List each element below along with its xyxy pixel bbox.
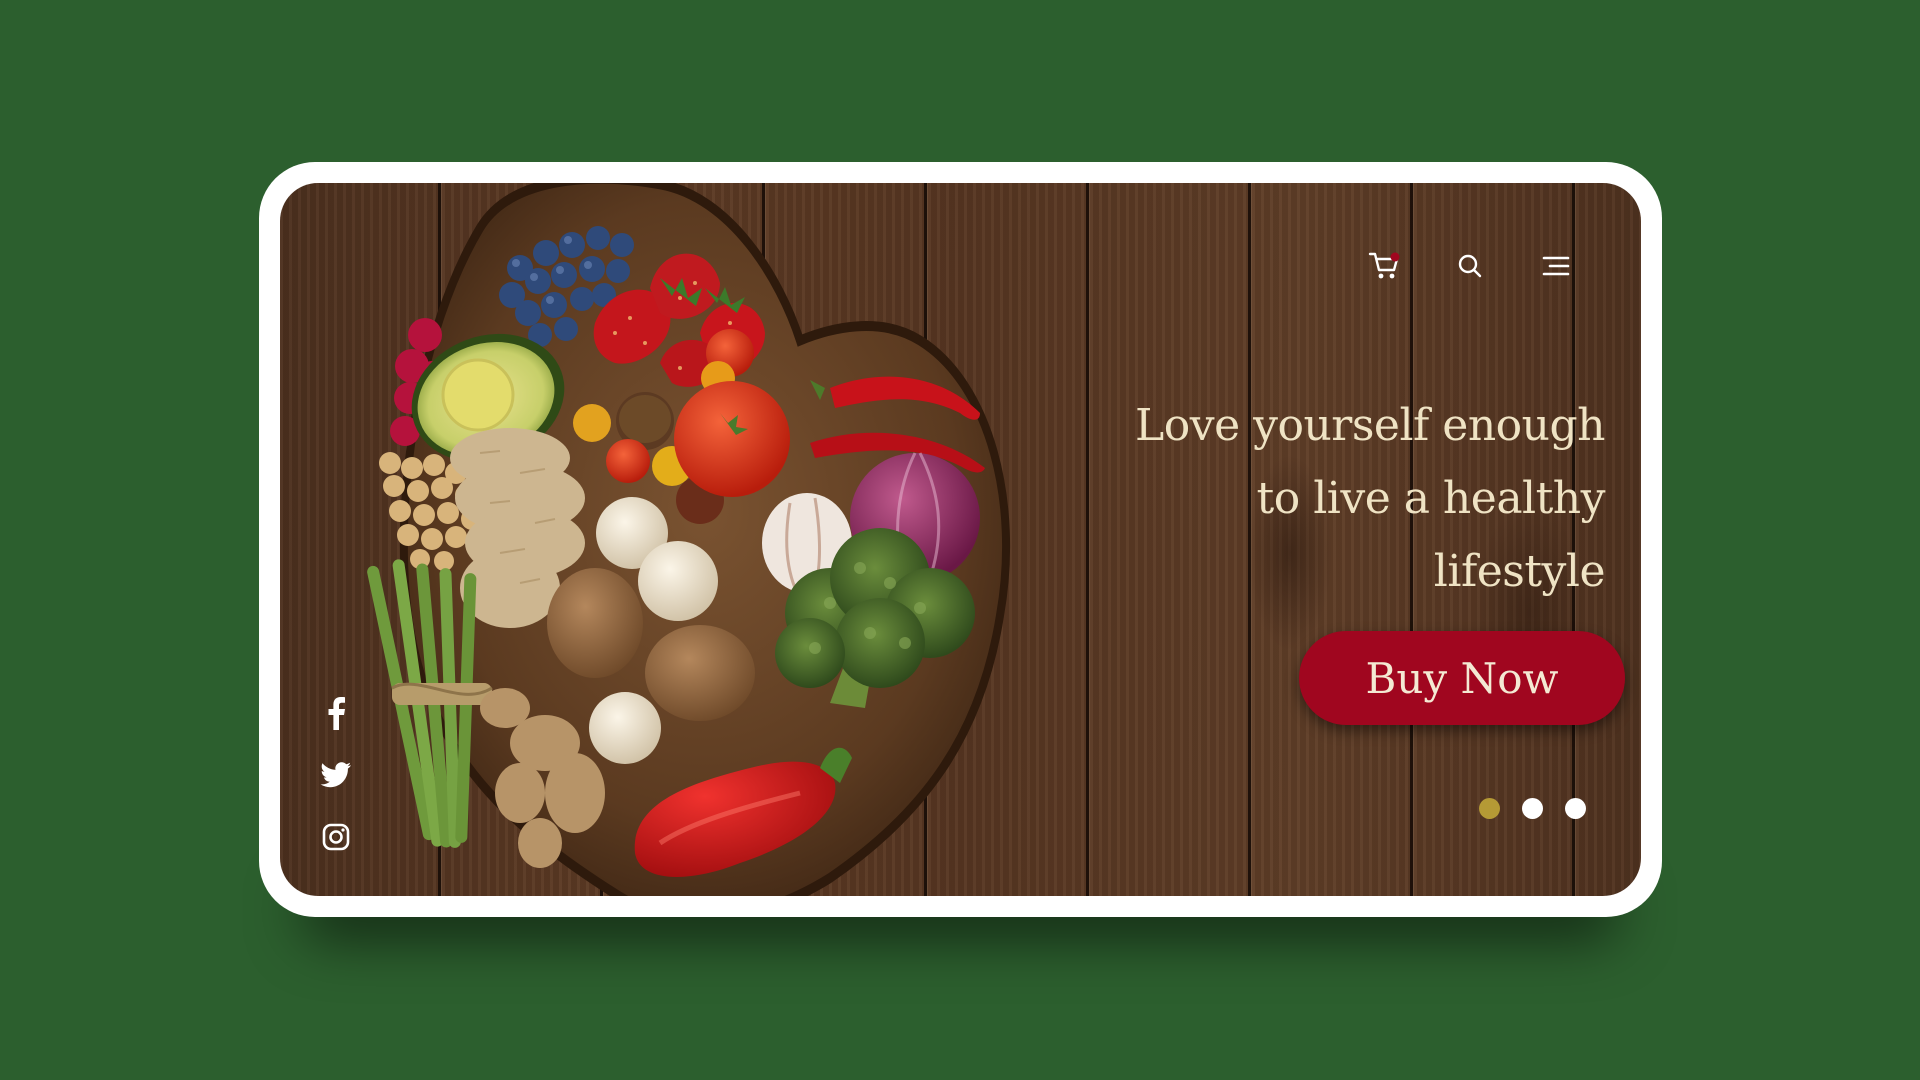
slider-dot-3[interactable] — [1565, 798, 1586, 819]
headline-line-2: to live a healthy — [1256, 473, 1606, 524]
social-links — [316, 695, 356, 855]
cart-button[interactable] — [1367, 249, 1401, 283]
slider-dot-2[interactable] — [1522, 798, 1543, 819]
slider-dot-1[interactable] — [1479, 798, 1500, 819]
menu-icon — [1542, 256, 1570, 276]
instagram-link[interactable] — [319, 819, 353, 855]
headline-line-3: lifestyle — [1433, 546, 1606, 597]
menu-button[interactable] — [1539, 249, 1573, 283]
twitter-icon — [320, 762, 351, 788]
cart-icon — [1368, 252, 1400, 279]
facebook-icon — [328, 697, 345, 730]
hero-headline: Love yourself enough to live a healthy l… — [985, 389, 1605, 608]
search-button[interactable] — [1453, 249, 1487, 283]
headline-line-1: Love yourself enough — [1135, 400, 1605, 451]
instagram-icon — [322, 823, 350, 851]
search-icon — [1458, 254, 1482, 278]
hero-card: Love yourself enough to live a healthy l… — [259, 162, 1662, 917]
hero-banner: Love yourself enough to live a healthy l… — [280, 183, 1641, 896]
slider-dots — [1479, 798, 1586, 819]
top-nav — [1367, 249, 1573, 283]
twitter-link[interactable] — [319, 757, 353, 793]
buy-now-button[interactable]: Buy Now — [1299, 631, 1625, 725]
facebook-link[interactable] — [319, 695, 353, 731]
cart-badge — [1390, 252, 1400, 262]
